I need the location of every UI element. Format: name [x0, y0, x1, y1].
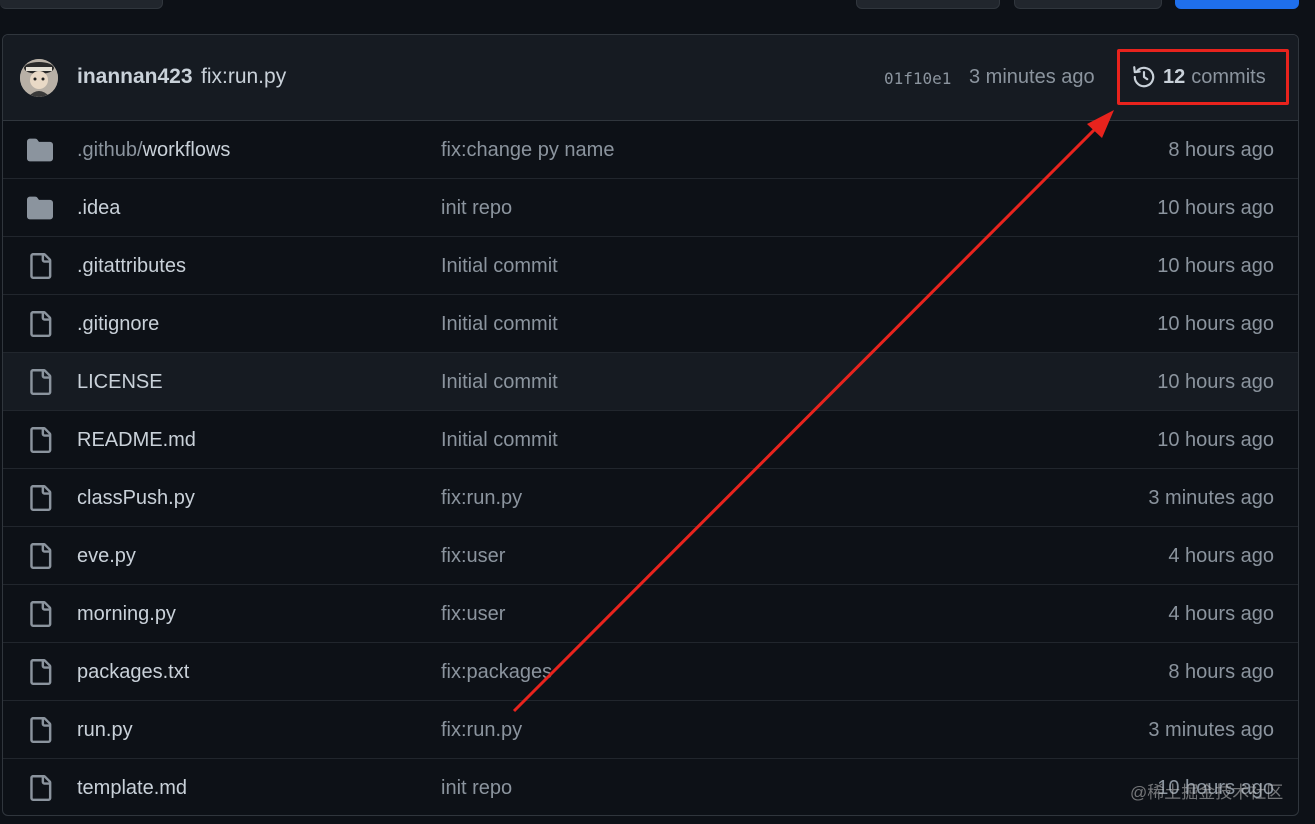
file-icon: [27, 659, 53, 685]
file-commit-message-link[interactable]: Initial commit: [441, 429, 558, 452]
file-commit-message-link[interactable]: fix:packages: [441, 661, 552, 684]
code-button[interactable]: [1175, 0, 1299, 9]
file-commit-time: 10 hours ago: [1157, 429, 1274, 451]
file-row[interactable]: run.py fix:run.py 3 minutes ago: [3, 701, 1298, 759]
file-commit-message-link[interactable]: fix:user: [441, 545, 505, 568]
file-commit-time: 8 hours ago: [1168, 661, 1274, 683]
file-name-link[interactable]: LICENSE: [77, 371, 163, 394]
file-row[interactable]: README.md Initial commit 10 hours ago: [3, 411, 1298, 469]
commit-time: 3 minutes ago: [969, 66, 1095, 88]
file-name-link[interactable]: eve.py: [77, 545, 136, 568]
file-commit-time: 10 hours ago: [1157, 255, 1274, 277]
file-name-link[interactable]: .gitattributes: [77, 255, 186, 278]
file-name-link[interactable]: classPush.py: [77, 487, 195, 510]
top-left-button[interactable]: [0, 0, 163, 9]
file-row[interactable]: .gitattributes Initial commit 10 hours ago: [3, 237, 1298, 295]
watermark: @稀土掘金技术社区: [1130, 783, 1284, 802]
folder-icon: [27, 137, 53, 163]
file-name: template.md: [77, 777, 188, 799]
file-row[interactable]: .github/workflows fix:change py name 8 hou…: [3, 121, 1298, 179]
file-name-prefix: .github/: [77, 139, 143, 161]
file-name-link[interactable]: README.md: [77, 429, 196, 452]
file-icon: [27, 427, 53, 453]
file-commit-message-link[interactable]: fix:run.py: [441, 487, 522, 510]
file-commit-time: 4 hours ago: [1168, 603, 1274, 625]
file-commit-time: 10 hours ago: [1157, 371, 1274, 393]
file-commit-message-link[interactable]: Initial commit: [441, 371, 558, 394]
file-name-link[interactable]: packages.txt: [77, 661, 189, 684]
commit-sha[interactable]: 01f10e1: [884, 69, 951, 88]
file-name: LICENSE: [77, 371, 163, 393]
file-commit-time: 10 hours ago: [1157, 197, 1274, 219]
file-row[interactable]: LICENSE Initial commit 10 hours ago: [3, 353, 1298, 411]
file-icon: [27, 485, 53, 511]
commit-author[interactable]: inannan423: [77, 65, 193, 89]
file-commit-message-link[interactable]: init repo: [441, 777, 512, 800]
file-name-link[interactable]: .gitignore: [77, 313, 159, 336]
file-name: README.md: [77, 429, 196, 451]
file-icon: [27, 253, 53, 279]
file-commit-time: 3 minutes ago: [1148, 487, 1274, 509]
file-row[interactable]: .gitignore Initial commit 10 hours ago: [3, 295, 1298, 353]
file-name-link[interactable]: template.md: [77, 777, 187, 800]
file-name-link[interactable]: .idea: [77, 197, 120, 220]
file-name-link[interactable]: run.py: [77, 719, 133, 742]
file-commit-message-link[interactable]: init repo: [441, 197, 512, 220]
file-commit-time: 8 hours ago: [1168, 139, 1274, 161]
file-name: classPush.py: [77, 487, 195, 509]
file-name-link[interactable]: morning.py: [77, 603, 176, 626]
file-name-link[interactable]: .github/workflows: [77, 139, 230, 162]
file-icon: [27, 543, 53, 569]
file-name: workflows: [142, 139, 231, 161]
file-icon: [27, 369, 53, 395]
file-commit-time: 3 minutes ago: [1148, 719, 1274, 741]
folder-icon: [27, 195, 53, 221]
commit-message[interactable]: fix:run.py: [201, 65, 286, 89]
latest-commit-bar: inannan423 fix:run.py 01f10e1 3 minutes …: [3, 35, 1298, 121]
file-commit-time: 10 hours ago: [1157, 313, 1274, 335]
file-row[interactable]: template.md init repo 10 hours ago: [3, 759, 1298, 815]
top-button-2[interactable]: [856, 0, 1000, 9]
file-browser: inannan423 fix:run.py 01f10e1 3 minutes …: [2, 34, 1299, 816]
file-name: .gitattributes: [77, 255, 186, 277]
file-name: run.py: [77, 719, 133, 741]
file-name: .idea: [77, 197, 121, 219]
file-commit-message-link[interactable]: Initial commit: [441, 313, 558, 336]
file-icon: [27, 775, 53, 801]
file-row[interactable]: .idea init repo 10 hours ago: [3, 179, 1298, 237]
file-row[interactable]: eve.py fix:user 4 hours ago: [3, 527, 1298, 585]
file-list: .github/workflows fix:change py name 8 hou…: [3, 121, 1298, 815]
author-avatar[interactable]: [20, 59, 58, 97]
file-commit-message-link[interactable]: Initial commit: [441, 255, 558, 278]
file-name: morning.py: [77, 603, 176, 625]
file-icon: [27, 601, 53, 627]
file-commit-message-link[interactable]: fix:user: [441, 603, 505, 626]
file-row[interactable]: packages.txt fix:packages 8 hours ago: [3, 643, 1298, 701]
file-icon: [27, 717, 53, 743]
file-commit-message-link[interactable]: fix:change py name: [441, 139, 614, 162]
annotation-highlight-box: [1117, 49, 1289, 105]
file-name: .gitignore: [77, 313, 160, 335]
file-icon: [27, 311, 53, 337]
file-commit-message-link[interactable]: fix:run.py: [441, 719, 522, 742]
file-name: packages.txt: [77, 661, 190, 683]
file-commit-time: 4 hours ago: [1168, 545, 1274, 567]
file-row[interactable]: morning.py fix:user 4 hours ago: [3, 585, 1298, 643]
file-name: eve.py: [77, 545, 136, 567]
top-button-3[interactable]: [1014, 0, 1162, 9]
file-row[interactable]: classPush.py fix:run.py 3 minutes ago: [3, 469, 1298, 527]
